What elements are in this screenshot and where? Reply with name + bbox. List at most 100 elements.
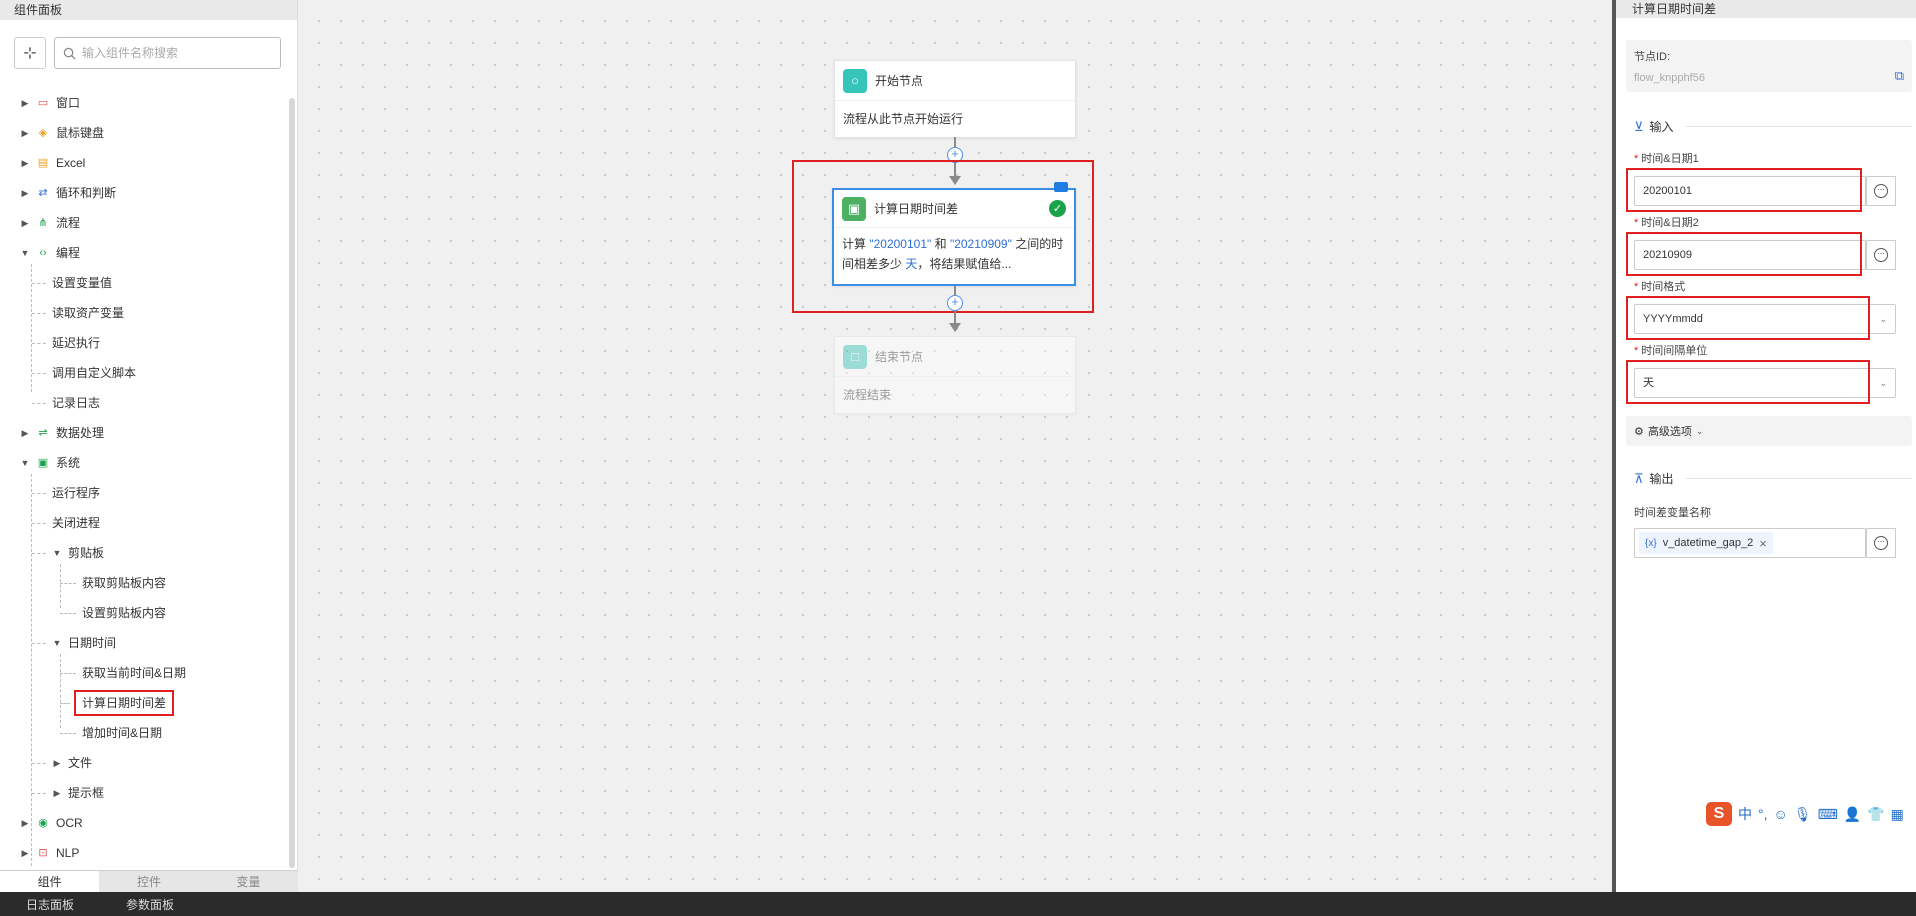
tree-item-file[interactable]: ▶ 文件 (32, 752, 92, 774)
data-processing-icon: ⇌ (38, 427, 48, 439)
caret-down-icon[interactable]: ▼ (20, 242, 30, 264)
component-search-input[interactable] (82, 40, 280, 66)
variable-tag: {x} v_datetime_gap_2 × (1639, 532, 1773, 554)
pin-icon[interactable]: ⊹ (14, 37, 46, 69)
microphone-icon[interactable]: 🎙 (1794, 806, 1812, 823)
tree-item-calc-datetime-diff[interactable]: 计算日期时间差 (60, 690, 175, 716)
skin-icon[interactable]: 👕 (1867, 806, 1884, 823)
start-node[interactable]: ○ 开始节点 流程从此节点开始运行 (834, 60, 1076, 138)
tree-item-prompt[interactable]: ▶ 提示框 (32, 782, 104, 804)
advanced-options-toggle[interactable]: ⚙ 高级选项 ⌄ (1626, 416, 1912, 446)
caret-right-icon[interactable]: ▶ (20, 812, 30, 834)
remove-tag-icon[interactable]: × (1759, 536, 1767, 551)
datetime2-more-button[interactable]: ··· (1866, 240, 1896, 270)
caret-down-icon[interactable]: ▼ (52, 632, 62, 654)
tree-item-add-datetime[interactable]: 增加时间&日期 (60, 722, 162, 744)
calc-node-unit: 天 (905, 257, 918, 271)
search-box[interactable] (54, 37, 281, 69)
datetime1-more-button[interactable]: ··· (1866, 176, 1896, 206)
tree-item-loop[interactable]: ▶ ⇄ 循环和判断 (20, 182, 116, 204)
tree-item-excel[interactable]: ▶ ▤ Excel (20, 152, 86, 174)
tree-item-window[interactable]: ▶ ▭ 窗口 (20, 92, 80, 114)
tree-item-label: 日期时间 (68, 636, 117, 650)
end-node-header: □ 结束节点 (835, 337, 1075, 377)
tree-item-datetime[interactable]: ▼ 日期时间 (32, 632, 116, 654)
tree-connector (60, 732, 76, 734)
caret-down-icon[interactable]: ▼ (52, 542, 62, 564)
end-node[interactable]: □ 结束节点 流程结束 (834, 336, 1076, 414)
flow-canvas[interactable]: ○ 开始节点 流程从此节点开始运行 + ▣ 计算日期时间差 ✓ 计算 "2020… (298, 0, 1612, 892)
calc-datetime-diff-node[interactable]: ▣ 计算日期时间差 ✓ 计算 "20200101" 和 "20210909" 之… (832, 182, 1076, 286)
datetime2-input[interactable]: 20210909 (1634, 240, 1866, 270)
tree-item-custom-script[interactable]: 调用自定义脚本 (32, 362, 136, 384)
end-node-icon: □ (843, 344, 867, 369)
caret-right-icon[interactable]: ▶ (20, 152, 30, 174)
tree-item-close-process[interactable]: 关闭进程 (32, 512, 100, 534)
tree-item-clipboard[interactable]: ▼ 剪贴板 (32, 542, 104, 564)
output-var-more-button[interactable]: ··· (1866, 528, 1896, 558)
start-node-title: 开始节点 (875, 74, 924, 88)
end-node-body: 流程结束 (843, 388, 892, 402)
tree-item-label: 获取当前时间&日期 (82, 666, 187, 680)
time-unit-select[interactable]: 天 ⌄ (1634, 368, 1896, 398)
tree-scrollbar[interactable] (289, 98, 295, 868)
caret-right-icon[interactable]: ▶ (52, 782, 62, 804)
sogou-logo-icon[interactable]: S (1706, 802, 1732, 826)
caret-right-icon[interactable]: ▶ (20, 92, 30, 114)
tree-item-set-variable[interactable]: 设置变量值 (32, 272, 112, 294)
tree-item-label: 剪贴板 (68, 546, 105, 560)
tab-variables[interactable]: 变量 (199, 871, 298, 892)
caret-down-icon[interactable]: ▼ (20, 452, 30, 474)
tree-item-programming[interactable]: ▼ ‹› 编程 (20, 242, 80, 264)
tree-item-read-asset-variable[interactable]: 读取资产变量 (32, 302, 124, 324)
tree-item-system[interactable]: ▼ ▣ 系统 (20, 452, 80, 474)
tree-connector (60, 582, 76, 584)
tree-item-label: 鼠标键盘 (56, 126, 105, 140)
caret-right-icon[interactable]: ▶ (20, 122, 30, 144)
loop-icon: ⇄ (38, 187, 48, 199)
tab-controls[interactable]: 控件 (99, 871, 198, 892)
ime-language[interactable]: 中 (1738, 804, 1752, 824)
tree-item-get-current-datetime[interactable]: 获取当前时间&日期 (60, 662, 186, 684)
tree-item-nlp[interactable]: ▶ ⊡ NLP (20, 842, 80, 864)
datetime1-input[interactable]: 20200101 (1634, 176, 1866, 206)
user-icon[interactable]: 👤 (1844, 806, 1861, 823)
time-format-select[interactable]: YYYYmmdd ⌄ (1634, 304, 1896, 334)
tree-item-flow[interactable]: ▶ ⋔ 流程 (20, 212, 80, 234)
tree-item-label: 获取剪贴板内容 (82, 576, 167, 590)
add-node-plus-icon[interactable]: + (947, 295, 963, 311)
input-icon: ⊻ (1634, 118, 1644, 134)
tab-components[interactable]: 组件 (0, 871, 100, 892)
caret-right-icon[interactable]: ▶ (20, 182, 30, 204)
caret-right-icon[interactable]: ▶ (52, 752, 62, 774)
tree-item-label: 数据处理 (56, 426, 105, 440)
log-panel-tab[interactable]: 日志面板 (0, 896, 100, 913)
keyboard-icon[interactable]: ⌨ (1818, 806, 1838, 823)
tree-item-run-program[interactable]: 运行程序 (32, 482, 100, 504)
field2-label: * 时间&日期2 (1634, 214, 1699, 230)
grid-menu-icon[interactable]: ▦ (1891, 806, 1904, 823)
node-id-label: 节点ID: (1634, 51, 1671, 63)
param-panel-tab[interactable]: 参数面板 (100, 896, 200, 913)
emoji-icon[interactable]: ☺ (1774, 806, 1788, 822)
caret-right-icon[interactable]: ▶ (20, 842, 30, 864)
output-var-input[interactable]: {x} v_datetime_gap_2 × (1634, 528, 1866, 558)
tree-item-set-clipboard[interactable]: 设置剪贴板内容 (60, 602, 166, 624)
search-icon (63, 47, 76, 60)
caret-right-icon[interactable]: ▶ (20, 212, 30, 234)
start-node-header: ○ 开始节点 (835, 61, 1075, 101)
tree-item-delay[interactable]: 延迟执行 (32, 332, 100, 354)
tree-item-label: 增加时间&日期 (82, 726, 163, 740)
tree-item-get-clipboard[interactable]: 获取剪贴板内容 (60, 572, 166, 594)
copy-icon[interactable]: ⧉ (1895, 68, 1904, 84)
tree-item-label: 提示框 (68, 786, 105, 800)
tree-item-log[interactable]: 记录日志 (32, 392, 100, 414)
tree-item-ocr[interactable]: ▶ ◉ OCR (20, 812, 83, 834)
caret-right-icon[interactable]: ▶ (20, 422, 30, 444)
add-node-plus-icon[interactable]: + (947, 147, 963, 163)
tree-item-label-highlighted: 计算日期时间差 (73, 690, 175, 716)
tree-item-mouse-keyboard[interactable]: ▶ ◈ 鼠标键盘 (20, 122, 104, 144)
ime-punctuation[interactable]: °, (1758, 806, 1768, 822)
tree-item-data-processing[interactable]: ▶ ⇌ 数据处理 (20, 422, 104, 444)
calc-node-header: ▣ 计算日期时间差 (834, 190, 1074, 228)
